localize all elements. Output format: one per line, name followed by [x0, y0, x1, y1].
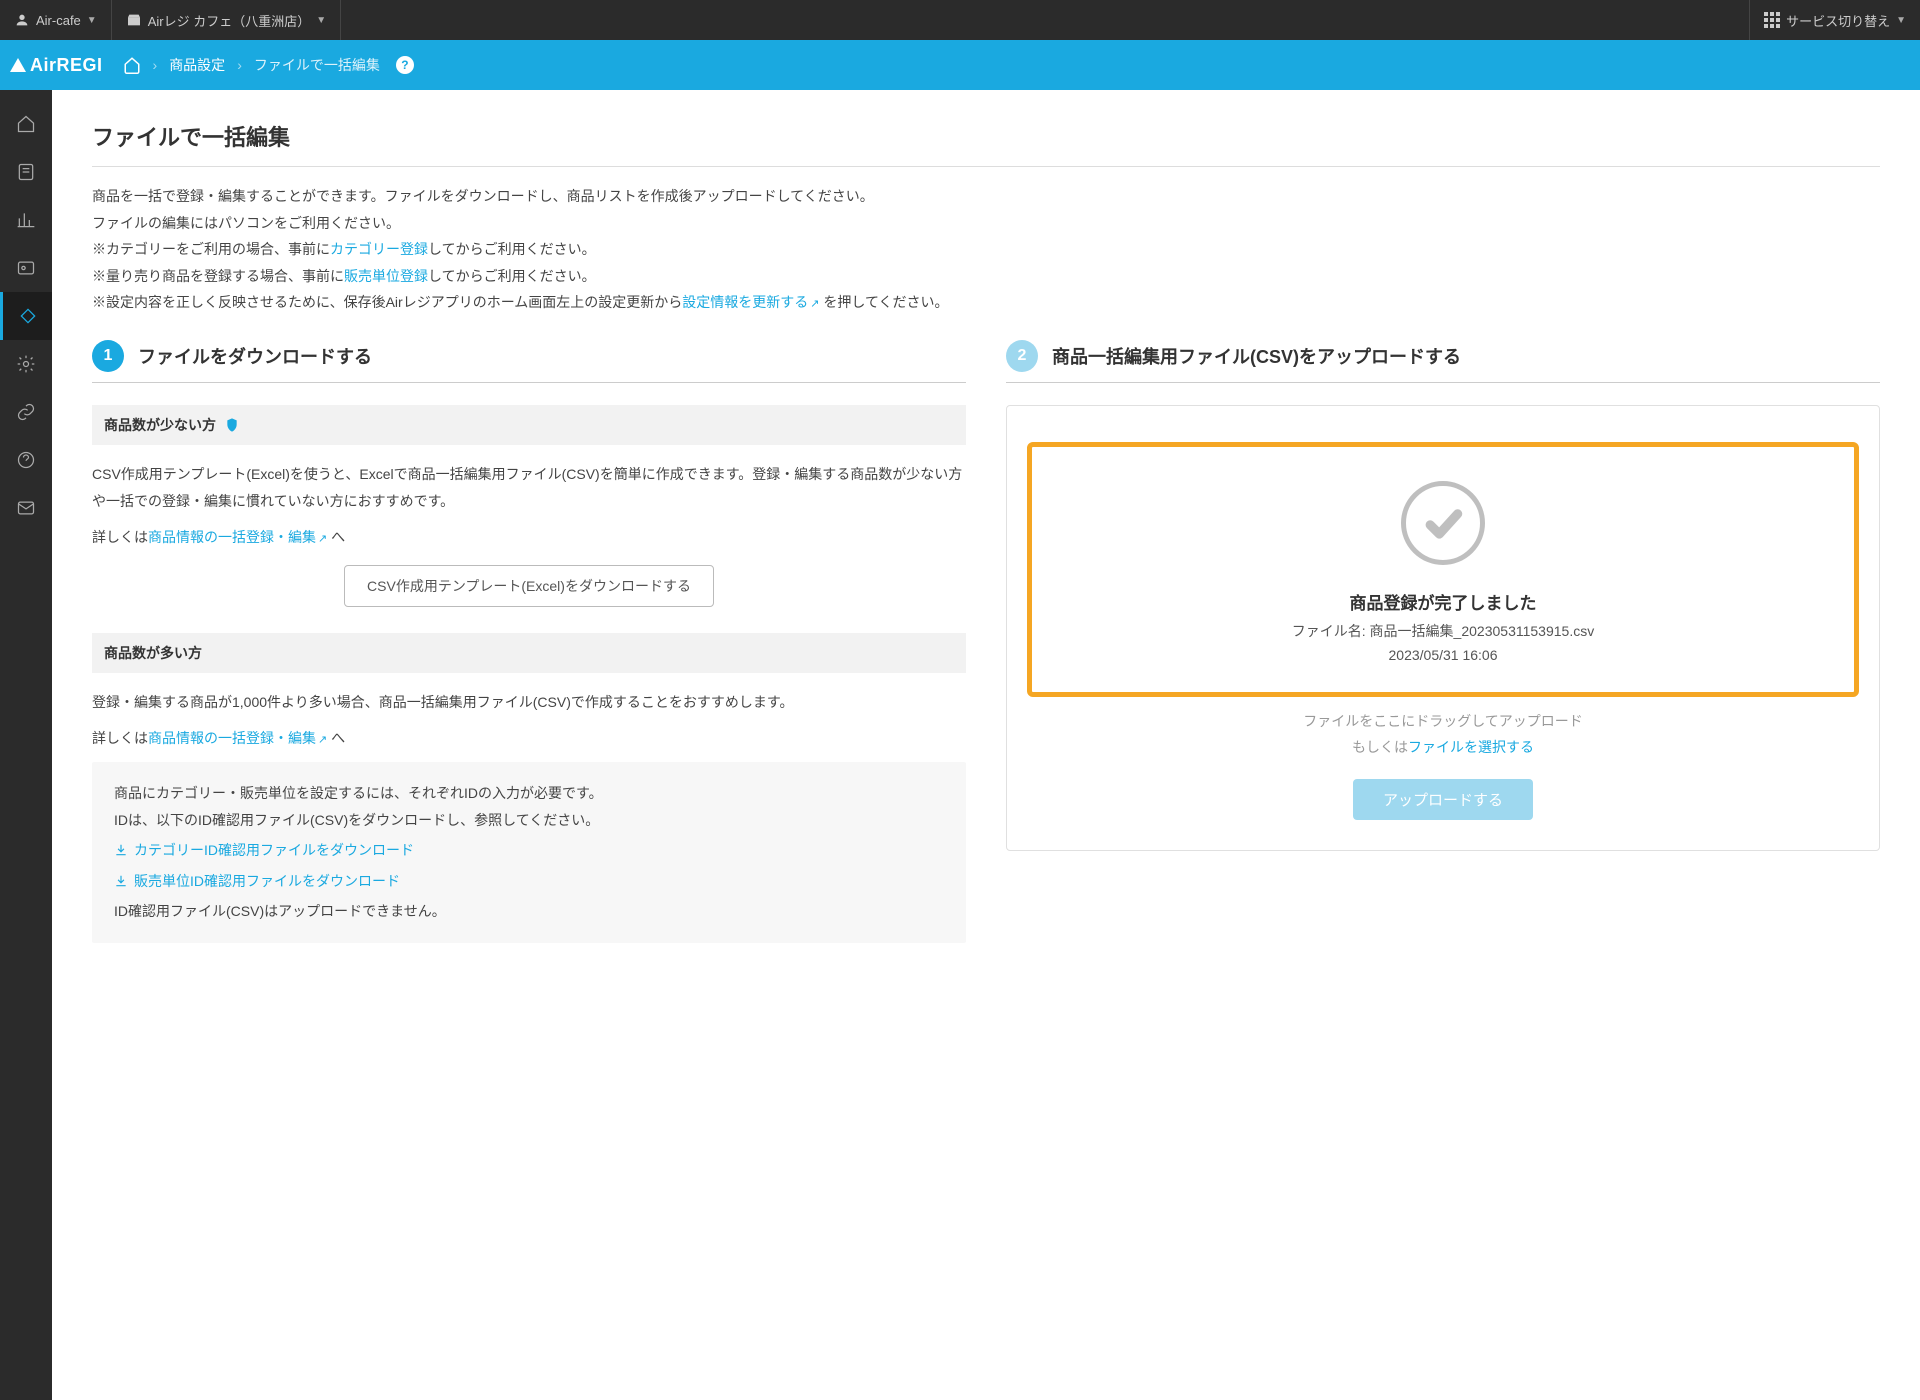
section-many-desc: 登録・編集する商品が1,000件より多い場合、商品一括編集用ファイル(CSV)で… — [92, 689, 966, 716]
home-icon[interactable] — [123, 56, 141, 74]
intro-line: 商品を一括で登録・編集することができます。ファイルをダウンロードし、商品リストを… — [92, 183, 1880, 210]
success-filename: ファイル名: 商品一括編集_20230531153915.csv — [1052, 620, 1834, 644]
step1-column: 1 ファイルをダウンロードする 商品数が少ない方 CSV作成用テンプレート(Ex… — [92, 340, 966, 943]
success-timestamp: 2023/05/31 16:06 — [1052, 644, 1834, 668]
section-many-label: 商品数が多い方 — [92, 633, 966, 673]
main-content: ファイルで一括編集 商品を一括で登録・編集することができます。ファイルをダウンロ… — [52, 90, 1920, 1400]
sidebar-analytics[interactable] — [0, 196, 52, 244]
note-line: ID確認用ファイル(CSV)はアップロードできません。 — [114, 898, 944, 925]
unit-register-link[interactable]: 販売単位登録 — [344, 268, 428, 284]
page-title: ファイルで一括編集 — [92, 120, 1880, 152]
chevron-down-icon: ▼ — [316, 15, 326, 26]
step2-title: 商品一括編集用ファイル(CSV)をアップロードする — [1052, 343, 1461, 369]
breadcrumb-sep: › — [153, 57, 158, 73]
note-line: IDは、以下のID確認用ファイル(CSV)をダウンロードし、参照してください。 — [114, 807, 944, 834]
upload-button[interactable]: アップロードする — [1353, 779, 1533, 820]
sidebar-orders[interactable] — [0, 148, 52, 196]
logo-icon — [10, 58, 26, 72]
category-register-link[interactable]: カテゴリー登録 — [330, 241, 428, 257]
service-switch-menu[interactable]: サービス切り替え ▼ — [1749, 0, 1920, 40]
section-few-label: 商品数が少ない方 — [92, 405, 966, 445]
note-line: 商品にカテゴリー・販売単位を設定するには、それぞれIDの入力が必要です。 — [114, 780, 944, 807]
switch-label: サービス切り替え — [1786, 11, 1890, 30]
account-menu[interactable]: Air-cafe ▼ — [0, 0, 112, 40]
sidebar-customers[interactable] — [0, 244, 52, 292]
breadcrumb-sep: › — [237, 57, 242, 73]
top-bar: Air-cafe ▼ Airレジ カフェ（八重洲店） ▼ サービス切り替え ▼ — [0, 0, 1920, 40]
intro-line: ※設定内容を正しく反映させるために、保存後Airレジアプリのホーム画面左上の設定… — [92, 289, 1880, 316]
id-note-box: 商品にカテゴリー・販売単位を設定するには、それぞれIDの入力が必要です。 IDは… — [92, 762, 966, 943]
header-bar: AirREGI › 商品設定 › ファイルで一括編集 ? — [0, 40, 1920, 90]
update-settings-link[interactable]: 設定情報を更新する — [682, 294, 819, 310]
sidebar-products[interactable] — [0, 292, 52, 340]
sidebar-home[interactable] — [0, 100, 52, 148]
sidebar-settings[interactable] — [0, 340, 52, 388]
divider — [92, 382, 966, 383]
chevron-down-icon: ▼ — [87, 15, 97, 26]
divider — [92, 166, 1880, 167]
help-icon[interactable]: ? — [396, 56, 414, 74]
section-few-more: 詳しくは商品情報の一括登録・編集 へ — [92, 524, 966, 551]
download-category-id-link[interactable]: カテゴリーID確認用ファイルをダウンロード — [114, 837, 944, 864]
sidebar-link[interactable] — [0, 388, 52, 436]
drag-hint: ファイルをここにドラッグしてアップロード — [1027, 711, 1859, 731]
breadcrumb: › 商品設定 › ファイルで一括編集 ? — [123, 55, 414, 75]
download-icon — [114, 874, 128, 888]
download-template-button[interactable]: CSV作成用テンプレート(Excel)をダウンロードする — [344, 565, 714, 607]
step2-column: 2 商品一括編集用ファイル(CSV)をアップロードする 商品登録が完了しました … — [1006, 340, 1880, 943]
store-menu[interactable]: Airレジ カフェ（八重洲店） ▼ — [112, 0, 341, 40]
intro-text: 商品を一括で登録・編集することができます。ファイルをダウンロードし、商品リストを… — [92, 183, 1880, 316]
success-title: 商品登録が完了しました — [1052, 589, 1834, 614]
account-label: Air-cafe — [36, 13, 81, 28]
divider — [1006, 382, 1880, 383]
file-select-link[interactable]: ファイルを選択する — [1408, 739, 1534, 755]
store-label: Airレジ カフェ（八重洲店） — [148, 11, 311, 30]
sidebar — [0, 90, 52, 1400]
sidebar-help[interactable] — [0, 436, 52, 484]
chevron-down-icon: ▼ — [1896, 15, 1906, 26]
logo-text: AirREGI — [30, 55, 103, 76]
sidebar-mail[interactable] — [0, 484, 52, 532]
step1-title: ファイルをダウンロードする — [138, 343, 372, 369]
drag-hint-2: もしくはファイルを選択する — [1027, 737, 1859, 757]
upload-success-box: 商品登録が完了しました ファイル名: 商品一括編集_20230531153915… — [1027, 442, 1859, 697]
download-icon — [114, 843, 128, 857]
intro-line: ※量り売り商品を登録する場合、事前に販売単位登録してからご利用ください。 — [92, 263, 1880, 290]
section-many-more: 詳しくは商品情報の一括登録・編集 へ — [92, 725, 966, 752]
section-few-desc: CSV作成用テンプレート(Excel)を使うと、Excelで商品一括編集用ファイ… — [92, 461, 966, 514]
step2-number: 2 — [1006, 340, 1038, 372]
logo[interactable]: AirREGI — [10, 55, 103, 76]
intro-line: ※カテゴリーをご利用の場合、事前にカテゴリー登録してからご利用ください。 — [92, 236, 1880, 263]
check-circle-icon — [1401, 481, 1485, 565]
breadcrumb-item[interactable]: 商品設定 — [169, 55, 225, 75]
store-icon — [126, 12, 142, 28]
bulk-edit-help-link[interactable]: 商品情報の一括登録・編集 — [148, 730, 327, 746]
apps-grid-icon — [1764, 12, 1780, 28]
shield-icon — [224, 417, 240, 433]
bulk-edit-help-link[interactable]: 商品情報の一括登録・編集 — [148, 529, 327, 545]
intro-line: ファイルの編集にはパソコンをご利用ください。 — [92, 210, 1880, 237]
user-icon — [14, 12, 30, 28]
step1-number: 1 — [92, 340, 124, 372]
download-unit-id-link[interactable]: 販売単位ID確認用ファイルをダウンロード — [114, 868, 944, 895]
upload-area[interactable]: 商品登録が完了しました ファイル名: 商品一括編集_20230531153915… — [1006, 405, 1880, 851]
breadcrumb-current: ファイルで一括編集 — [254, 55, 380, 75]
